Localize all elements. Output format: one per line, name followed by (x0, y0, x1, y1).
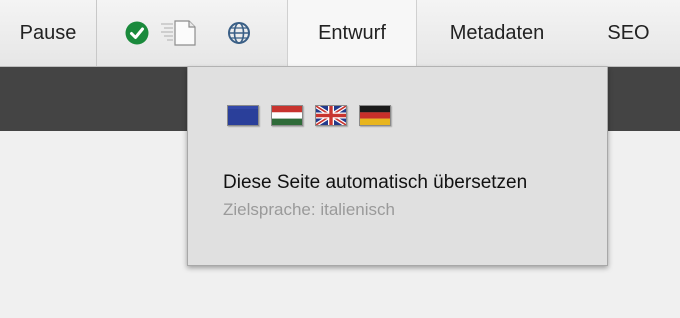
pause-label: Pause (19, 21, 77, 44)
uk-flag-icon[interactable] (315, 105, 347, 126)
pause-button[interactable]: Pause (0, 0, 97, 66)
translation-dropdown: Diese Seite automatisch übersetzen Ziels… (187, 67, 608, 266)
globe-icon[interactable] (227, 21, 251, 45)
tab-label: Metadaten (449, 21, 545, 44)
target-language-label: Zielsprache: italienisch (223, 200, 395, 219)
hungary-flag-icon[interactable] (271, 105, 303, 126)
tab-label: SEO (607, 21, 650, 44)
document-icon[interactable] (159, 20, 199, 46)
tab-seo[interactable]: SEO (577, 0, 680, 66)
toolbar: Pause Entwurf Metadaten SEO (0, 0, 680, 67)
tab-entwurf[interactable]: Entwurf (287, 0, 417, 66)
status-icons (97, 0, 287, 66)
germany-flag-icon[interactable] (359, 105, 391, 126)
auto-translate-link[interactable]: Diese Seite automatisch übersetzen (223, 172, 527, 194)
check-icon[interactable] (125, 21, 149, 45)
eu-flag-icon[interactable] (227, 105, 259, 126)
tab-metadaten[interactable]: Metadaten (417, 0, 577, 66)
tab-label: Entwurf (318, 21, 386, 44)
